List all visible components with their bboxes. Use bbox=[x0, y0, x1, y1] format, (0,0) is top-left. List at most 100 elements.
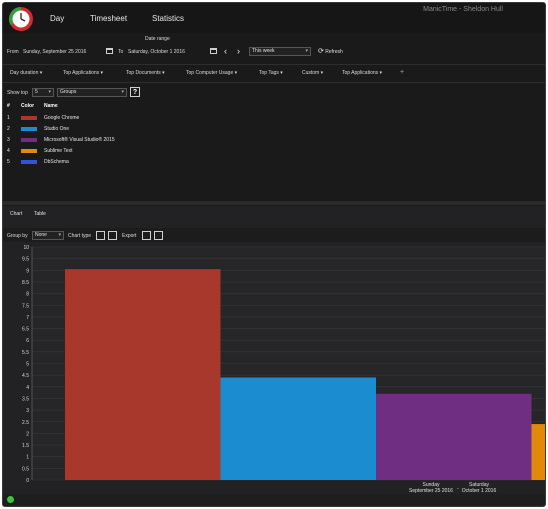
divider bbox=[3, 64, 545, 65]
group-by-label: Group by bbox=[7, 233, 28, 239]
to-date-value[interactable]: Saturday, October 1 2016 bbox=[128, 49, 185, 55]
y-tick-label: 9 bbox=[26, 268, 29, 274]
y-tick-label: 7.5 bbox=[22, 303, 29, 309]
line-chart-icon[interactable] bbox=[96, 231, 105, 240]
y-tick-label: 8 bbox=[26, 292, 29, 298]
color-swatch bbox=[21, 127, 37, 131]
y-tick-label: 6.5 bbox=[22, 327, 29, 333]
bar-2 bbox=[220, 377, 376, 480]
from-calendar-icon[interactable] bbox=[106, 48, 113, 54]
show-top-count-select[interactable]: 5 ▾ bbox=[32, 88, 54, 97]
nav-day[interactable]: Day bbox=[50, 14, 64, 23]
tab-chart[interactable]: Chart bbox=[10, 211, 22, 217]
tab-top-applications-2[interactable]: Top Applications ▾ bbox=[342, 70, 382, 76]
y-tick-label: 6 bbox=[26, 338, 29, 344]
col-header-color[interactable]: Color bbox=[21, 103, 34, 109]
y-tick-label: 5.5 bbox=[22, 350, 29, 356]
to-label: To bbox=[118, 49, 124, 55]
color-swatch bbox=[21, 160, 37, 164]
y-tick-label: 9.5 bbox=[22, 257, 29, 263]
color-swatch bbox=[21, 149, 37, 153]
add-tab-button[interactable]: + bbox=[400, 69, 404, 76]
splitter[interactable] bbox=[3, 201, 545, 205]
export-label: Export bbox=[122, 233, 137, 239]
bar-chart-icon[interactable] bbox=[108, 231, 117, 240]
from-label: From bbox=[7, 49, 19, 55]
nav-timesheet[interactable]: Timesheet bbox=[90, 14, 127, 23]
table-row[interactable]: 2 Studio One bbox=[3, 125, 545, 135]
help-button[interactable]: ? bbox=[130, 87, 140, 97]
y-tick-label: 7 bbox=[26, 315, 29, 321]
divider bbox=[3, 82, 545, 83]
export-image-icon[interactable] bbox=[142, 231, 151, 240]
chevron-down-icon: ▾ bbox=[121, 89, 124, 95]
next-chevron-icon[interactable]: › bbox=[237, 46, 240, 56]
y-tick-label: 1.5 bbox=[22, 443, 29, 449]
refresh-button[interactable]: ⟳ Refresh bbox=[318, 47, 343, 55]
y-tick-label: 3.5 bbox=[22, 396, 29, 402]
color-swatch bbox=[21, 116, 37, 120]
previous-chevron-icon[interactable]: ‹ bbox=[224, 46, 227, 56]
bar-1 bbox=[65, 269, 221, 480]
tab-top-documents[interactable]: Top Documents ▾ bbox=[126, 70, 165, 76]
tab-day-duration[interactable]: Day duration ▾ bbox=[10, 70, 42, 76]
show-top-bar: Show top 5 ▾ Groups ▾ ? bbox=[3, 86, 545, 99]
y-tick-label: 8.5 bbox=[22, 280, 29, 286]
table-row[interactable]: 1 Google Chrome bbox=[3, 114, 545, 124]
window-title: ManicTime - Sheldon Hull bbox=[423, 6, 503, 13]
from-date-value[interactable]: Sunday, September 25 2016 bbox=[23, 49, 86, 55]
show-top-count-value: 5 bbox=[35, 89, 38, 95]
table-row[interactable]: 5 DbSchema bbox=[3, 158, 545, 168]
report-tabs: Day duration ▾ Top Applications ▾ Top Do… bbox=[3, 67, 545, 79]
chart-type-label: Chart type bbox=[68, 233, 92, 239]
y-tick-label: 5 bbox=[26, 362, 29, 368]
manictime-logo-icon bbox=[8, 6, 33, 31]
tab-custom[interactable]: Custom ▾ bbox=[302, 70, 323, 76]
bar-3 bbox=[376, 393, 532, 480]
group-by-select[interactable]: None ▾ bbox=[32, 231, 64, 240]
col-header-num[interactable]: # bbox=[7, 103, 10, 109]
chevron-down-icon: ▾ bbox=[58, 232, 61, 238]
chart-panel: Chart Table Group by None ▾ Chart type E… bbox=[3, 206, 545, 506]
top-applications-table: # Color Name 1 Google Chrome 2 Studio On… bbox=[3, 101, 545, 201]
chart-controls: Group by None ▾ Chart type Export bbox=[3, 228, 545, 242]
refresh-label: Refresh bbox=[325, 49, 343, 55]
chevron-down-icon: ▾ bbox=[48, 89, 51, 95]
date-preset-select[interactable]: This week ▾ bbox=[249, 47, 311, 56]
date-range-heading: Date range bbox=[145, 36, 170, 42]
tab-top-computer-usage[interactable]: Top Computer Usage ▾ bbox=[186, 70, 237, 76]
group-type-value: Groups bbox=[60, 89, 77, 95]
y-tick-label: 2 bbox=[26, 431, 29, 437]
app-window: Day Timesheet Statistics ManicTime - She… bbox=[2, 2, 546, 507]
y-tick-label: 4 bbox=[26, 385, 29, 391]
table-row[interactable]: 3 Microsoft® Visual Studio® 2015 bbox=[3, 136, 545, 146]
nav-statistics[interactable]: Statistics bbox=[152, 14, 184, 23]
status-indicator-icon bbox=[7, 496, 14, 503]
y-tick-label: 10 bbox=[23, 245, 29, 251]
y-tick-label: 0.5 bbox=[22, 466, 29, 472]
bar-4 bbox=[531, 424, 545, 480]
date-range-bar: Date range From Sunday, September 25 201… bbox=[3, 34, 545, 64]
show-top-label: Show top bbox=[7, 90, 28, 96]
refresh-icon: ⟳ bbox=[318, 48, 324, 55]
tab-top-tags[interactable]: Top Tags ▾ bbox=[259, 70, 283, 76]
y-tick-label: 4.5 bbox=[22, 373, 29, 379]
group-type-select[interactable]: Groups ▾ bbox=[57, 88, 127, 97]
y-tick-label: 0 bbox=[26, 478, 29, 484]
tab-table[interactable]: Table bbox=[34, 211, 46, 217]
top-bar: Day Timesheet Statistics ManicTime - She… bbox=[3, 3, 545, 33]
status-bar bbox=[3, 494, 545, 506]
to-calendar-icon[interactable] bbox=[210, 48, 217, 54]
x-tick-label: - bbox=[457, 486, 459, 492]
y-tick-label: 2.5 bbox=[22, 420, 29, 426]
color-swatch bbox=[21, 138, 37, 142]
table-row[interactable]: 4 Sublime Text bbox=[3, 147, 545, 157]
date-preset-value: This week bbox=[252, 48, 275, 54]
col-header-name[interactable]: Name bbox=[44, 103, 58, 109]
chevron-down-icon: ▾ bbox=[305, 48, 308, 54]
copy-icon[interactable] bbox=[154, 231, 163, 240]
bar-chart: 0 0.5 1 1.5 2 2.5 3 3.5 4 4.5 5 5.5 6 6.5 7 7.5 8 8.5 9 9.5… bbox=[22, 245, 545, 494]
y-tick-label: 3 bbox=[26, 408, 29, 414]
tab-top-applications[interactable]: Top Applications ▾ bbox=[63, 70, 103, 76]
group-by-value: None bbox=[35, 232, 47, 238]
